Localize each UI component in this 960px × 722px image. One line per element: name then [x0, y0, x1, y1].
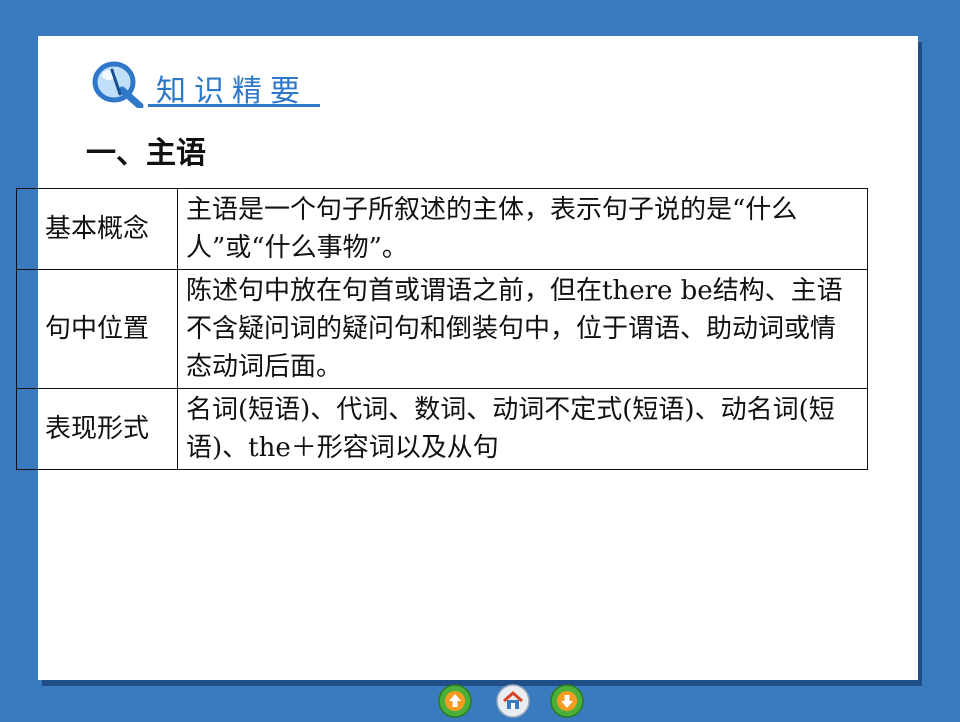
section-title: 一、主语 [86, 136, 206, 171]
row-label: 句中位置 [16, 269, 178, 389]
home-button[interactable] [496, 684, 530, 718]
row-label: 基本概念 [16, 188, 178, 270]
row-description: 主语是一个句子所叙述的主体，表示句子说的是“什么人”或“什么事物”。 [177, 188, 868, 270]
magnifier-q-icon [92, 61, 144, 108]
up-arrow-icon [438, 684, 472, 718]
table-row: 句中位置 陈述句中放在句首或谓语之前，但在there be结构、主语不含疑问词的… [16, 269, 868, 389]
table-row: 基本概念 主语是一个句子所叙述的主体，表示句子说的是“什么人”或“什么事物”。 [16, 188, 868, 270]
row-label: 表现形式 [16, 388, 178, 470]
down-arrow-icon [550, 684, 584, 718]
table-row: 表现形式 名词(短语)、代词、数词、动词不定式(短语)、动名词(短语)、the＋… [16, 388, 868, 470]
next-button[interactable] [550, 684, 584, 718]
badge-underline [148, 104, 320, 107]
subject-concept-table: 基本概念 主语是一个句子所叙述的主体，表示句子说的是“什么人”或“什么事物”。 … [16, 188, 868, 470]
section-badge: 知识精要 [92, 60, 322, 109]
row-description: 名词(短语)、代词、数词、动词不定式(短语)、动名词(短语)、the＋形容词以及… [177, 388, 868, 470]
prev-button[interactable] [438, 684, 472, 718]
home-icon [496, 684, 530, 718]
row-description: 陈述句中放在句首或谓语之前，但在there be结构、主语不含疑问词的疑问句和倒… [177, 269, 868, 389]
